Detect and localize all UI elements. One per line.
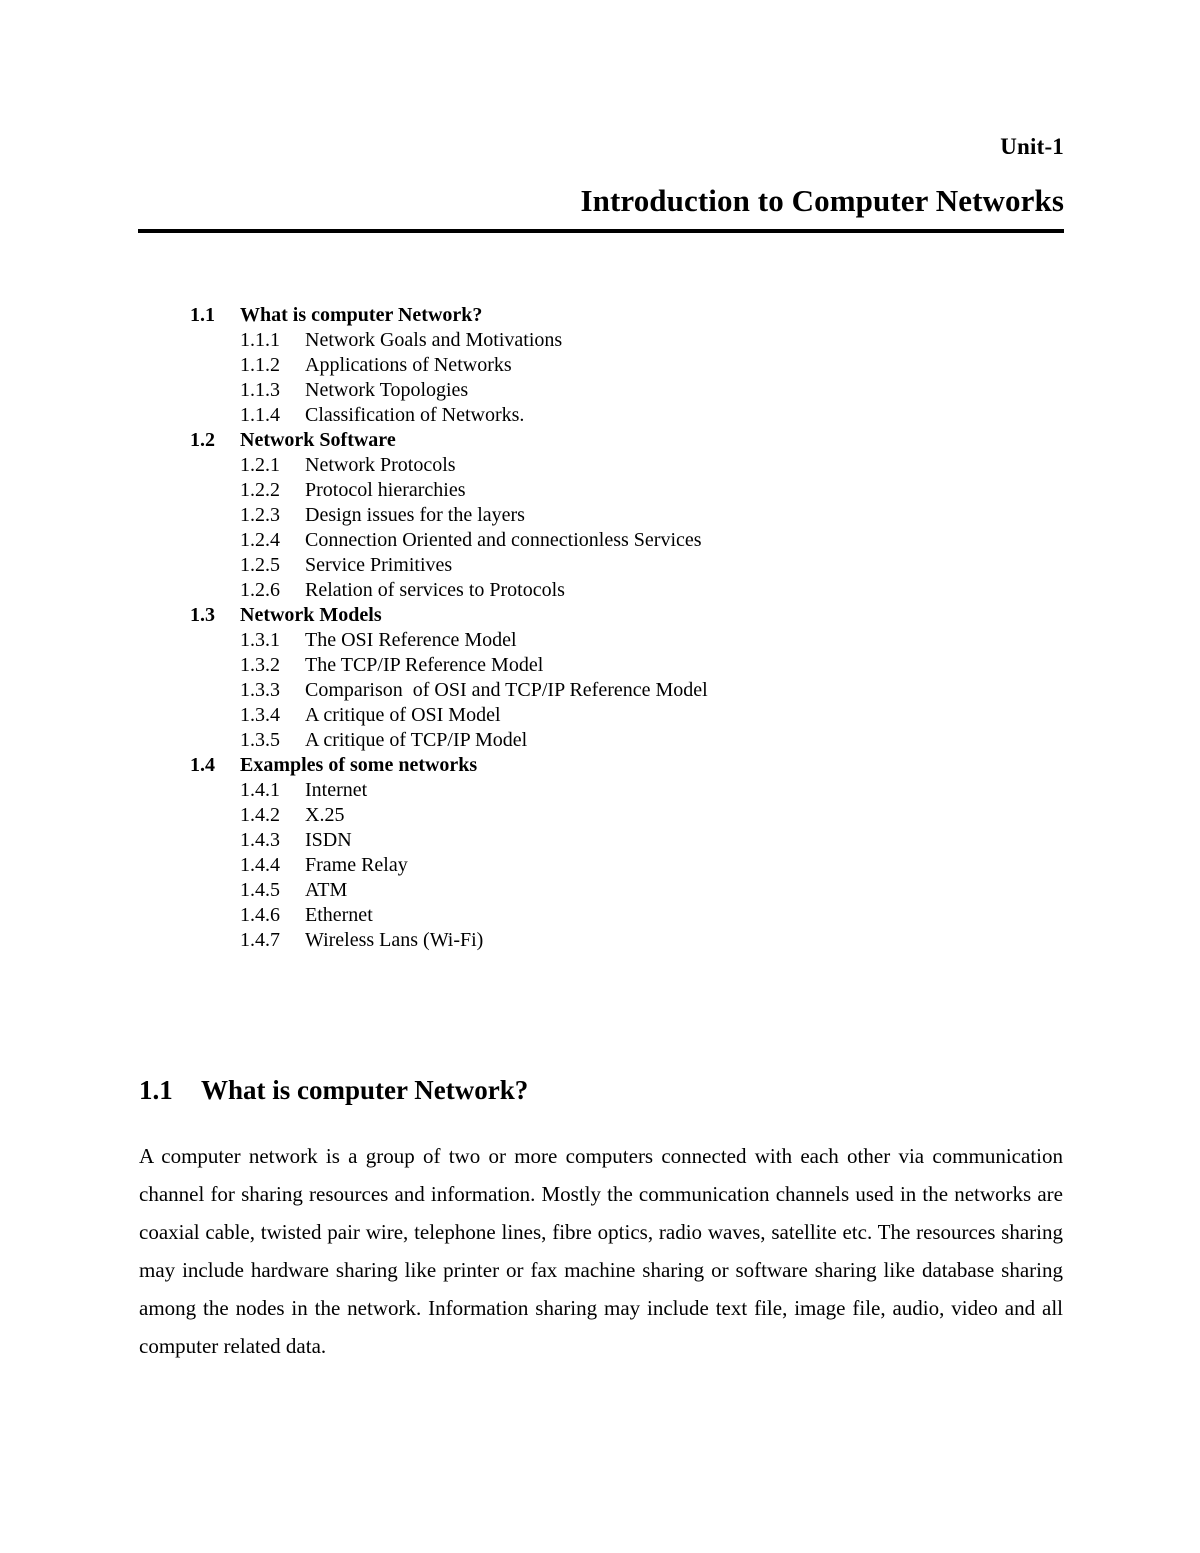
toc-subsection[interactable]: 1.2.3 Design issues for the layers (138, 503, 1064, 528)
toc-section-label: Network Models (240, 604, 382, 626)
toc-subsection-label: Applications of Networks (305, 354, 512, 376)
toc-section[interactable]: 1.2 Network Software (138, 428, 1064, 453)
toc-subsection-number: 1.2.6 (240, 579, 280, 601)
toc-subsection-number: 1.3.3 (240, 679, 280, 701)
toc-subsection[interactable]: 1.3.2 The TCP/IP Reference Model (138, 653, 1064, 678)
toc-section-label: What is computer Network? (240, 304, 483, 326)
toc-subsection-number: 1.2.5 (240, 554, 280, 576)
toc-subsection[interactable]: 1.3.1 The OSI Reference Model (138, 628, 1064, 653)
toc-subsection-label: Network Topologies (305, 379, 469, 401)
toc-subsection[interactable]: 1.4.2 X.25 (138, 803, 1064, 828)
section-paragraph: A computer network is a group of two or … (139, 1144, 1063, 1358)
toc-subsection-number: 1.2.1 (240, 454, 280, 476)
toc-section-number: 1.1 (190, 304, 215, 326)
toc-subsection-number: 1.4.2 (240, 804, 280, 826)
document-title: Introduction to Computer Networks (580, 183, 1064, 218)
toc-subsection[interactable]: 1.3.3 Comparison of OSI and TCP/IP Refere… (138, 678, 1064, 703)
toc-subsection-label: A critique of TCP/IP Model (305, 729, 528, 751)
toc-section-label: Network Software (240, 429, 396, 451)
toc-subsection[interactable]: 1.2.4 Connection Oriented and connectionl… (138, 528, 1064, 553)
toc-subsection-number: 1.1.4 (240, 404, 280, 426)
toc-subsection-label: Network Protocols (305, 454, 456, 476)
toc-subsection[interactable]: 1.1.2 Applications of Networks (138, 353, 1064, 378)
document-page: Unit-1 Introduction to Computer Networks… (0, 0, 1200, 1553)
toc-section-number: 1.3 (190, 604, 215, 626)
toc-section-number: 1.2 (190, 429, 215, 451)
toc-subsection-number: 1.4.4 (240, 854, 280, 876)
toc-subsection-label: Classification of Networks. (305, 404, 525, 426)
toc-subsection[interactable]: 1.1.3 Network Topologies (138, 378, 1064, 403)
toc-subsection-number: 1.3.5 (240, 729, 280, 751)
toc-subsection-label: X.25 (305, 804, 345, 826)
toc-subsection[interactable]: 1.4.7 Wireless Lans (Wi-Fi) (138, 928, 1064, 953)
toc-section[interactable]: 1.3 Network Models (138, 603, 1064, 628)
toc-subsection-label: The OSI Reference Model (305, 629, 517, 651)
toc-subsection-label: ISDN (305, 829, 352, 851)
toc-subsection-label: Wireless Lans (Wi-Fi) (305, 929, 484, 951)
toc-subsection-label: Network Goals and Motivations (305, 329, 563, 351)
document-header: Unit-1 Introduction to Computer Networks (138, 132, 1064, 233)
toc-subsection[interactable]: 1.2.1 Network Protocols (138, 453, 1064, 478)
toc-subsection-number: 1.4.7 (240, 929, 280, 951)
toc-subsection-label: ATM (305, 879, 348, 901)
toc-subsection-number: 1.1.3 (240, 379, 280, 401)
toc-subsection-number: 1.3.2 (240, 654, 280, 676)
toc-subsection[interactable]: 1.1.1 Network Goals and Motivations (138, 328, 1064, 353)
toc-subsection-number: 1.4.1 (240, 779, 280, 801)
section-heading-label: What is computer Network? (201, 1075, 529, 1105)
toc-subsection[interactable]: 1.2.2 Protocol hierarchies (138, 478, 1064, 503)
toc-subsection-label: Comparison of OSI and TCP/IP Reference M… (305, 679, 708, 701)
document-title-rule: Introduction to Computer Networks (138, 182, 1064, 233)
toc-subsection[interactable]: 1.3.4 A critique of OSI Model (138, 703, 1064, 728)
toc-subsection-number: 1.2.4 (240, 529, 280, 551)
toc-subsection-number: 1.3.4 (240, 704, 280, 726)
toc-section-label: Examples of some networks (240, 754, 478, 776)
toc-subsection-label: Service Primitives (305, 554, 453, 576)
toc-subsection[interactable]: 1.4.6 Ethernet (138, 903, 1064, 928)
toc-subsection-label: Ethernet (305, 904, 373, 926)
table-of-contents: 1.1 What is computer Network? 1.1.1 Network… (138, 303, 1064, 953)
toc-subsection-number: 1.4.5 (240, 879, 280, 901)
toc-subsection[interactable]: 1.1.4 Classification of Networks. (138, 403, 1064, 428)
toc-subsection-number: 1.2.3 (240, 504, 280, 526)
toc-subsection-label: A critique of OSI Model (305, 704, 501, 726)
toc-subsection-label: Frame Relay (305, 854, 408, 876)
unit-label: Unit-1 (1000, 134, 1064, 159)
toc-subsection[interactable]: 1.4.4 Frame Relay (138, 853, 1064, 878)
toc-subsection[interactable]: 1.4.5 ATM (138, 878, 1064, 903)
toc-subsection[interactable]: 1.4.1 Internet (138, 778, 1064, 803)
toc-subsection-number: 1.1.1 (240, 329, 280, 351)
section-heading: 1.1 What is computer Network? (139, 1073, 1063, 1107)
toc-section[interactable]: 1.4 Examples of some networks (138, 753, 1064, 778)
toc-subsection-number: 1.1.2 (240, 354, 280, 376)
toc-subsection-number: 1.4.6 (240, 904, 280, 926)
toc-section[interactable]: 1.1 What is computer Network? (138, 303, 1064, 328)
toc-subsection-number: 1.3.1 (240, 629, 280, 651)
toc-subsection-number: 1.2.2 (240, 479, 280, 501)
body-section: 1.1 What is computer Network? A computer … (139, 1073, 1063, 1365)
toc-subsection-number: 1.4.3 (240, 829, 280, 851)
toc-subsection[interactable]: 1.2.5 Service Primitives (138, 553, 1064, 578)
toc-subsection-label: Connection Oriented and connectionless S… (305, 529, 702, 551)
toc-subsection-label: Internet (305, 779, 368, 801)
section-heading-number: 1.1 (139, 1075, 173, 1105)
toc-subsection-label: Design issues for the layers (305, 504, 525, 526)
toc-subsection-label: The TCP/IP Reference Model (305, 654, 544, 676)
toc-section-number: 1.4 (190, 754, 215, 776)
toc-subsection[interactable]: 1.2.6 Relation of services to Protocols (138, 578, 1064, 603)
toc-subsection[interactable]: 1.4.3 ISDN (138, 828, 1064, 853)
toc-subsection-label: Relation of services to Protocols (305, 579, 565, 601)
toc-subsection-label: Protocol hierarchies (305, 479, 466, 501)
toc-subsection[interactable]: 1.3.5 A critique of TCP/IP Model (138, 728, 1064, 753)
